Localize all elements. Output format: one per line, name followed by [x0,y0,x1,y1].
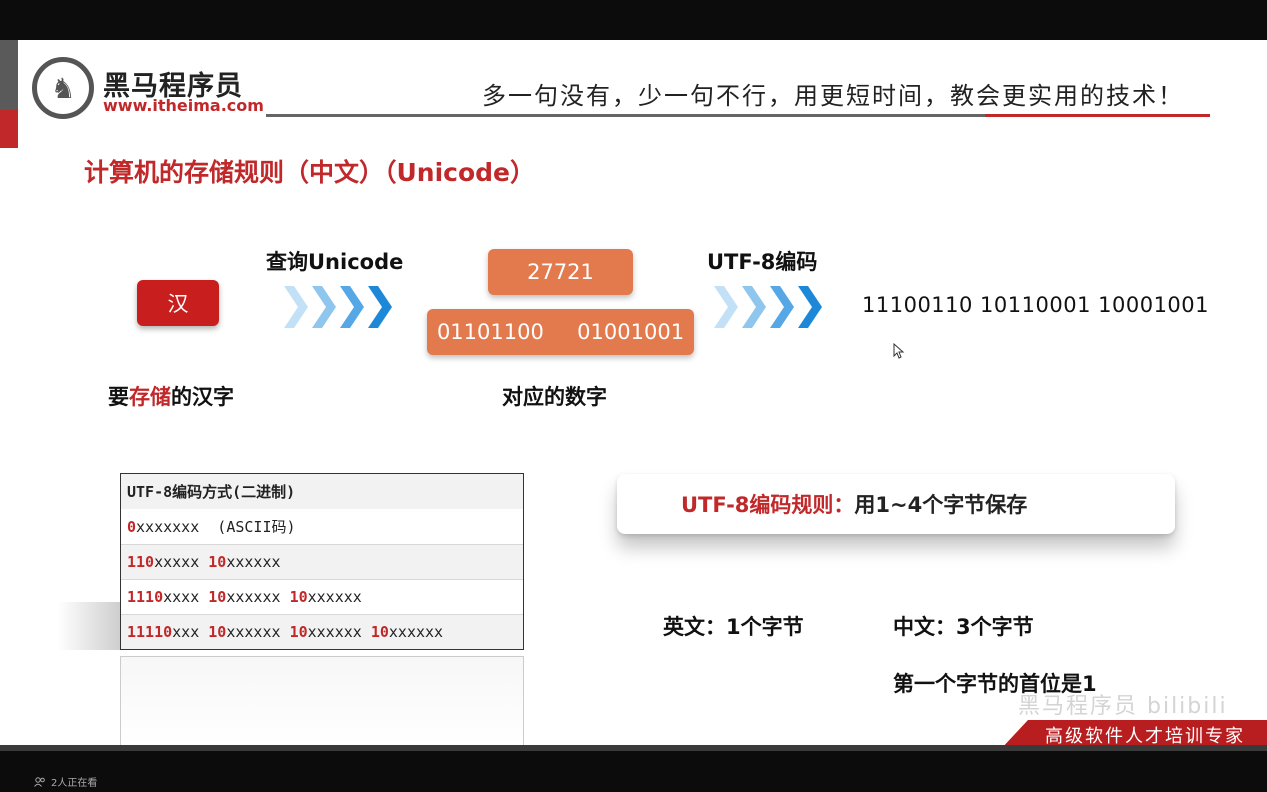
payload-bits: xxxxxx [307,623,371,641]
utf8-rule-panel: UTF-8编码规则： 用1~4个字节保存 [617,474,1175,534]
utf8-encode-label: UTF-8编码 [707,250,818,274]
player-progress-track[interactable] [0,745,1267,751]
payload-bits: xxxxxx [307,588,362,606]
player-bottom-bar [0,745,1267,792]
table-row: 0 xxxxxxx (ASCII码) [121,509,523,544]
table-row: 110 xxxxx 10 xxxxxx [121,544,523,579]
prefix-bits: 110 [127,553,155,571]
payload-bits: xxxxxx [226,553,281,571]
number-label: 对应的数字 [502,385,607,409]
english-bytes-note: 英文：1个字节 [663,615,804,639]
prefix-bits: 10 [289,623,308,641]
prefix-bits: 10 [370,623,389,641]
hanzi-label-prefix: 要 [108,385,129,409]
table-row: 11110 xxx 10 xxxxxx 10 xxxxxx 10 xxxxxx [121,614,523,649]
viewers-icon [34,776,45,787]
table-header: UTF-8编码方式(二进制) [121,474,523,509]
payload-bits: xxxx [163,588,209,606]
chevron-arrow-icon [714,286,822,328]
prefix-bits: 1110 [127,588,164,606]
table-shadow [58,602,124,650]
rule-text: 用1~4个字节保存 [854,493,1028,517]
slide-title: 计算机的存储规则（中文）（Unicode） [84,158,536,187]
rule-highlight: UTF-8编码规则： [681,493,855,517]
header-slogan: 多一句没有，少一句不行，用更短时间，教会更实用的技术！ [482,82,1184,110]
viewers-count: 2人正在看 [51,778,98,789]
horse-logo-icon: ♞ [32,57,94,119]
payload-bits: xxxxxx [226,623,290,641]
video-watermark: 黑马程序员 bilibili [1018,694,1228,719]
hanzi-label-highlight: 存储 [129,385,171,409]
footer-slogan: 高级软件人才培训专家 [1045,726,1245,745]
payload-bits: xxx [172,623,209,641]
hanzi-box: 汉 [137,280,219,326]
binary-value-box: 01101100 01001001 [427,309,694,355]
prefix-bits: 0 [127,517,137,536]
chevron-arrow-icon [284,286,392,328]
table-reflection [120,656,524,745]
cursor-icon [893,343,905,359]
payload-bits: xxxxx [154,553,209,571]
payload-bits: xxxxxxx (ASCII码) [136,518,296,536]
hanzi-label: 要存储的汉字 [108,381,234,411]
prefix-bits: 10 [208,623,227,641]
prefix-bits: 11110 [127,623,173,641]
utf8-encoding-table: UTF-8编码方式(二进制) 0 xxxxxxx (ASCII码) 110 xxxxx… [120,473,524,650]
table-row: 1110 xxxx 10 xxxxxx 10 xxxxxx [121,579,523,614]
utf8-bytes: 11100110 10110001 10001001 [862,293,1210,317]
payload-bits: xxxxxx [226,588,290,606]
left-accent-bar [0,40,18,110]
lookup-unicode-label: 查询Unicode [266,250,404,274]
payload-bits: xxxxxx [388,623,444,641]
prefix-bits: 10 [208,588,227,606]
lecture-slide: ♞ 黑马程序员 www.itheima.com 多一句没有，少一句不行，用更短时… [0,40,1267,745]
header-divider-accent [985,114,1210,117]
hanzi-label-suffix: 的汉字 [171,385,234,409]
prefix-bits: 10 [289,588,308,606]
chinese-bytes-note: 中文：3个字节 [893,615,1034,639]
unicode-value-box: 27721 [488,249,633,295]
table-body: 0 xxxxxxx (ASCII码) 110 xxxxx 10 xxxxxx 1110 xx… [121,509,523,649]
left-accent-bar-red [0,110,18,148]
logo-url: www.itheima.com [103,96,264,115]
viewers-indicator: 2人正在看 [34,774,97,789]
prefix-bits: 10 [208,553,227,571]
